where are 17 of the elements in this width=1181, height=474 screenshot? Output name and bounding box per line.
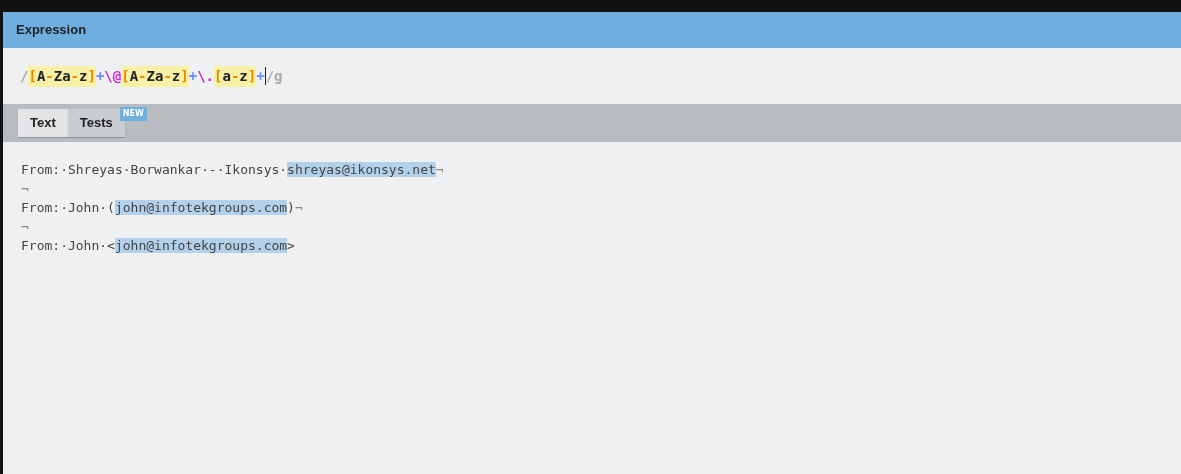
- line-text: >: [287, 238, 295, 253]
- line-end-mark: ¬: [21, 219, 29, 234]
- match-highlight: john@infotekgroups.com: [114, 200, 288, 215]
- match-highlight: shreyas@ikonsys.net: [287, 162, 436, 177]
- line-text: From:·John·(: [21, 200, 115, 215]
- line-text: ): [287, 200, 295, 215]
- panel-title: Expression: [3, 12, 1181, 48]
- match-highlight: john@infotekgroups.com: [114, 238, 288, 253]
- tab[interactable]: Text: [18, 109, 68, 137]
- line-text: From:·Shreyas·Borwankar·-·Ikonsys·: [21, 162, 288, 177]
- text-cursor: [264, 67, 266, 85]
- expression-field[interactable]: /[A-Za-z]+\@[A-Za-z]+\.[a-z]+/g: [3, 48, 1181, 104]
- line-end-mark: ¬: [294, 200, 303, 215]
- line-text: From:·John·<: [21, 238, 115, 253]
- line-end-mark: ¬: [435, 162, 444, 177]
- line-end-mark: ¬: [21, 181, 29, 196]
- new-badge: NEW: [119, 107, 147, 122]
